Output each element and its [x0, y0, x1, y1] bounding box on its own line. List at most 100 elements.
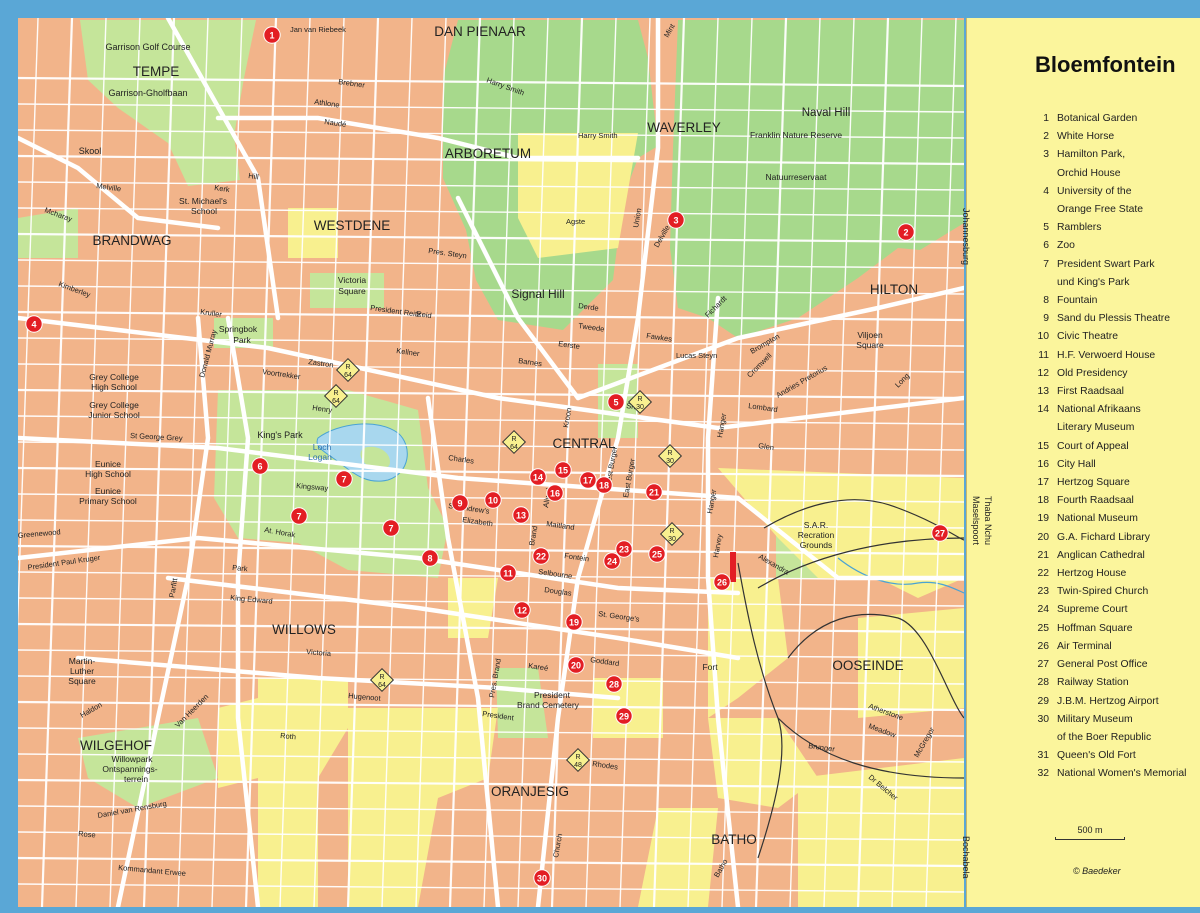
poi-marker-4[interactable]: 4: [25, 315, 43, 333]
place-label-viljoen-sq: Square: [856, 340, 884, 350]
legend-item-number: [1025, 274, 1049, 292]
poi-marker-number: 27: [935, 528, 945, 538]
legend-item-name: Hertzog House: [1057, 568, 1127, 580]
poi-marker-9[interactable]: 9: [451, 494, 469, 512]
legend-item: Orange Free State: [1025, 201, 1186, 219]
poi-marker-11[interactable]: 11: [499, 564, 517, 582]
legend-item: 1 Botanical Garden: [1025, 110, 1186, 128]
poi-marker-7[interactable]: 7: [335, 470, 353, 488]
district-label-batho: BATHO: [711, 832, 757, 847]
poi-marker-27[interactable]: 27: [931, 524, 949, 542]
poi-marker-24[interactable]: 24: [603, 552, 621, 570]
poi-marker-1[interactable]: 1: [263, 26, 281, 44]
street-label-harry-smith2: Harry Smith: [578, 131, 618, 140]
poi-marker-20[interactable]: 20: [567, 656, 585, 674]
poi-marker-number: 21: [649, 487, 659, 497]
poi-marker-3[interactable]: 3: [667, 211, 685, 229]
road-shield-number: 64: [332, 398, 340, 405]
poi-marker-23[interactable]: 23: [615, 540, 633, 558]
legend-item-number: 32: [1037, 768, 1049, 780]
poi-marker-number: 22: [536, 551, 546, 561]
street-label-douglas: Douglas: [544, 585, 573, 598]
road-shield-number: 64: [344, 372, 352, 379]
poi-marker-17[interactable]: 17: [579, 471, 597, 489]
legend-item-number: [1025, 165, 1049, 183]
poi-marker-26[interactable]: 26: [713, 573, 731, 591]
legend-item-number: [1025, 201, 1049, 219]
poi-marker-7[interactable]: 7: [382, 519, 400, 537]
poi-marker-22[interactable]: 22: [532, 547, 550, 565]
city-map[interactable]: TEMPE DAN PIENAAR ARBORETUM WAVERLEY WESTDEN…: [18, 18, 964, 907]
district-label-central: CENTRAL: [552, 436, 616, 451]
poi-marker-number: 9: [457, 498, 462, 508]
legend-item-number: [1025, 729, 1049, 747]
road-shield-number: 30: [666, 458, 674, 465]
place-label-grounds: Grounds: [800, 540, 833, 550]
place-label-viljoen: Viljoen: [857, 330, 883, 340]
poi-marker-10[interactable]: 10: [484, 491, 502, 509]
legend-item-name: Railway Station: [1057, 677, 1129, 689]
district-label-wilgehof: WILGEHOF: [80, 738, 152, 753]
legend-item: 15 Court of Appeal: [1025, 438, 1186, 456]
poi-marker-number: 8: [427, 553, 432, 563]
legend-item-name: Military Museum: [1057, 713, 1133, 725]
street-label-brand: Brand: [527, 525, 539, 546]
street-label-athlone: Athlone: [314, 97, 340, 109]
poi-marker-30[interactable]: 30: [533, 869, 551, 887]
poi-marker-21[interactable]: 21: [645, 483, 663, 501]
poi-marker-6[interactable]: 6: [251, 457, 269, 475]
poi-marker-number: 19: [569, 617, 579, 627]
poi-marker-29[interactable]: 29: [615, 707, 633, 725]
street-label-meadow: Meadow: [867, 721, 897, 739]
district-label-oranjesig: ORANJESIG: [491, 784, 569, 799]
road-shield-number: 30: [668, 536, 676, 543]
poi-marker-5[interactable]: 5: [607, 393, 625, 411]
street-label-zastron: Zastron: [308, 357, 334, 369]
poi-marker-number: 25: [652, 549, 662, 559]
street-label-union: Union: [631, 207, 643, 228]
street-label-naudé: Naudé: [324, 117, 347, 129]
railway-station-block: [730, 552, 736, 582]
map-title: Bloemfontein: [1035, 52, 1176, 77]
place-label-st-michaels: St. Michael's: [179, 196, 227, 206]
scale-line: [1055, 837, 1125, 840]
poi-marker-16[interactable]: 16: [546, 484, 564, 502]
legend-item-number: 10: [1037, 331, 1049, 343]
poi-marker-28[interactable]: 28: [605, 675, 623, 693]
legend-item-number: 29: [1037, 695, 1049, 707]
poi-marker-7[interactable]: 7: [290, 507, 308, 525]
place-label-president-brand: President: [534, 690, 571, 700]
legend-item-name: First Raadsaal: [1057, 386, 1124, 398]
legend-item-number: 4: [1043, 185, 1049, 197]
poi-marker-number: 1: [269, 30, 274, 40]
poi-marker-14[interactable]: 14: [529, 468, 547, 486]
street-label-charles: Charles: [448, 453, 475, 466]
page-frame: TEMPE DAN PIENAAR ARBORETUM WAVERLEY WESTDEN…: [0, 0, 1200, 913]
poi-marker-19[interactable]: 19: [565, 613, 583, 631]
poi-marker-15[interactable]: 15: [554, 461, 572, 479]
poi-marker-number: 14: [533, 472, 543, 482]
yellow-block: [258, 678, 348, 907]
legend-item: of the Boer Republic: [1025, 729, 1186, 747]
poi-marker-8[interactable]: 8: [421, 549, 439, 567]
street-label-maitland: Maitland: [546, 519, 575, 532]
legend-item: 14 National Afrikaans: [1025, 401, 1186, 419]
poi-marker-13[interactable]: 13: [512, 506, 530, 524]
poi-marker-number: 23: [619, 544, 629, 554]
legend-item: 3 Hamilton Park,: [1025, 146, 1186, 164]
poi-marker-12[interactable]: 12: [513, 601, 531, 619]
poi-marker-2[interactable]: 2: [897, 223, 915, 241]
district-label-brandwag: BRANDWAG: [92, 233, 171, 248]
legend-item-number: 30: [1037, 713, 1049, 725]
poi-marker-number: 7: [296, 511, 301, 521]
poi-marker-18[interactable]: 18: [595, 476, 613, 494]
legend-item-name: Court of Appeal: [1057, 440, 1129, 452]
street-label-batho-rd: Batho: [712, 858, 730, 879]
poi-marker-number: 4: [31, 319, 36, 329]
street-label-barnes: Barnes: [518, 356, 543, 368]
legend-item-name: City Hall: [1057, 458, 1096, 470]
road-shield-number: 64: [510, 444, 518, 451]
legend-item-name: Air Terminal: [1057, 640, 1112, 652]
poi-marker-number: 7: [388, 523, 393, 533]
poi-marker-25[interactable]: 25: [648, 545, 666, 563]
